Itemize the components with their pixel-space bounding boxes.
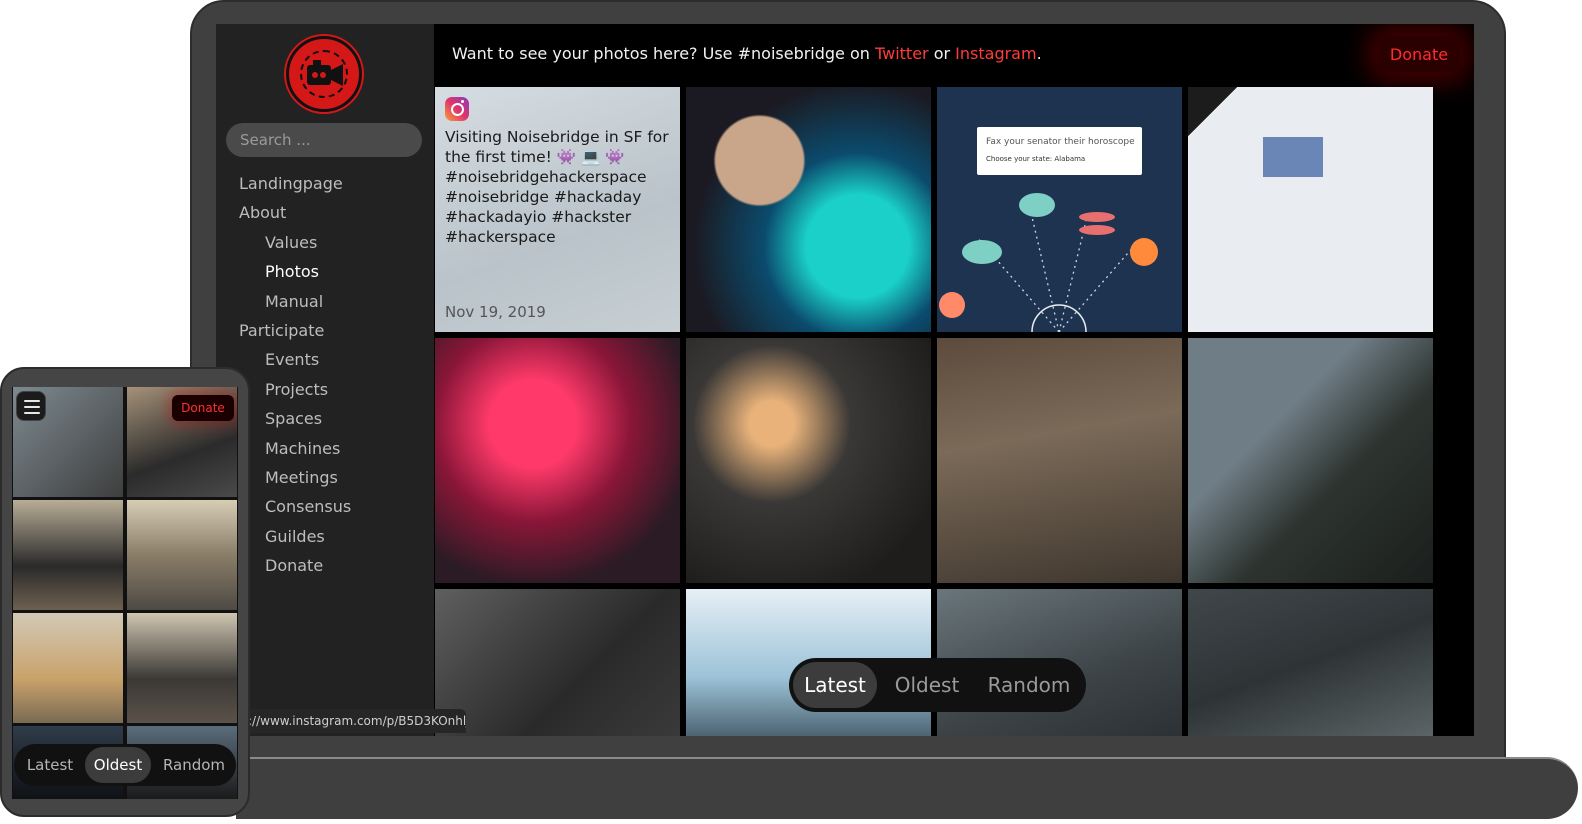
photo-tile[interactable] — [686, 338, 931, 583]
post-caption: Visiting Noisebridge in SF for the first… — [445, 128, 674, 246]
photo-tile[interactable] — [127, 500, 237, 610]
sidebar-item-about[interactable]: About — [216, 198, 434, 227]
sidebar-item-values[interactable]: Values — [216, 228, 434, 257]
zodiac-illustration — [939, 193, 1158, 332]
instagram-icon — [445, 97, 469, 121]
photo-tile[interactable] — [13, 500, 123, 610]
photo-tile[interactable] — [1188, 589, 1433, 736]
circuit-camera-icon — [307, 60, 343, 86]
stage: Landingpage About Values Photos Manual P… — [0, 0, 1582, 824]
laptop-base — [236, 757, 1578, 819]
photo-tile[interactable] — [13, 613, 123, 723]
mobile-sort-switcher: Latest Oldest Random — [14, 744, 236, 786]
photo-tile[interactable] — [127, 613, 237, 723]
banner-prefix: Want to see your photos here? Use #noise… — [452, 44, 875, 63]
sidebar-item-landingpage[interactable]: Landingpage — [216, 169, 434, 198]
sidebar-item-photos[interactable]: Photos — [216, 257, 434, 286]
photo-detail — [1263, 137, 1323, 177]
sort-random-button[interactable]: Random — [977, 662, 1081, 708]
mobile-sort-oldest-button[interactable]: Oldest — [85, 747, 151, 783]
laptop-screen: Landingpage About Values Photos Manual P… — [216, 24, 1474, 736]
photo-tile[interactable] — [1188, 87, 1433, 332]
phone-frame: Donate Latest Oldest Random — [0, 367, 250, 817]
donate-button[interactable]: Donate — [1378, 36, 1460, 72]
twitter-link[interactable]: Twitter — [875, 44, 929, 63]
mobile-sort-latest-button[interactable]: Latest — [17, 747, 83, 783]
post-date: Nov 19, 2019 — [445, 303, 546, 321]
noisebridge-logo[interactable] — [286, 36, 362, 112]
instagram-post-tile[interactable]: Visiting Noisebridge in SF for the first… — [435, 87, 680, 332]
mobile-donate-button[interactable]: Donate — [172, 395, 234, 421]
mobile-sort-random-button[interactable]: Random — [155, 747, 233, 783]
instagram-link[interactable]: Instagram — [955, 44, 1036, 63]
photo-tile[interactable] — [937, 338, 1182, 583]
sort-oldest-button[interactable]: Oldest — [881, 662, 973, 708]
phone-screen: Donate Latest Oldest Random — [12, 387, 238, 799]
banner-text: Want to see your photos here? Use #noise… — [452, 44, 1042, 63]
status-bar-url: ://www.instagram.com/p/B5D3KOnhlJa/ — [236, 709, 466, 733]
sort-switcher: Latest Oldest Random — [789, 658, 1086, 712]
banner-or: or — [928, 44, 956, 63]
top-banner: Want to see your photos here? Use #noise… — [434, 24, 1474, 84]
hamburger-menu-icon[interactable] — [16, 391, 46, 421]
sidebar-item-participate[interactable]: Participate — [216, 316, 434, 345]
search-input[interactable] — [226, 123, 422, 157]
sort-latest-button[interactable]: Latest — [793, 662, 877, 708]
sidebar-item-events[interactable]: Events — [216, 345, 434, 374]
photo-tile[interactable] — [1188, 338, 1433, 583]
photo-grid: Visiting Noisebridge in SF for the first… — [435, 87, 1435, 736]
photo-tile[interactable] — [435, 589, 680, 736]
banner-suffix: . — [1036, 44, 1042, 63]
photo-tile[interactable] — [686, 87, 931, 332]
photo-tile[interactable]: Fax your senator their horoscope Choose … — [937, 87, 1182, 332]
photo-tile[interactable] — [435, 338, 680, 583]
sidebar-item-manual[interactable]: Manual — [216, 287, 434, 316]
